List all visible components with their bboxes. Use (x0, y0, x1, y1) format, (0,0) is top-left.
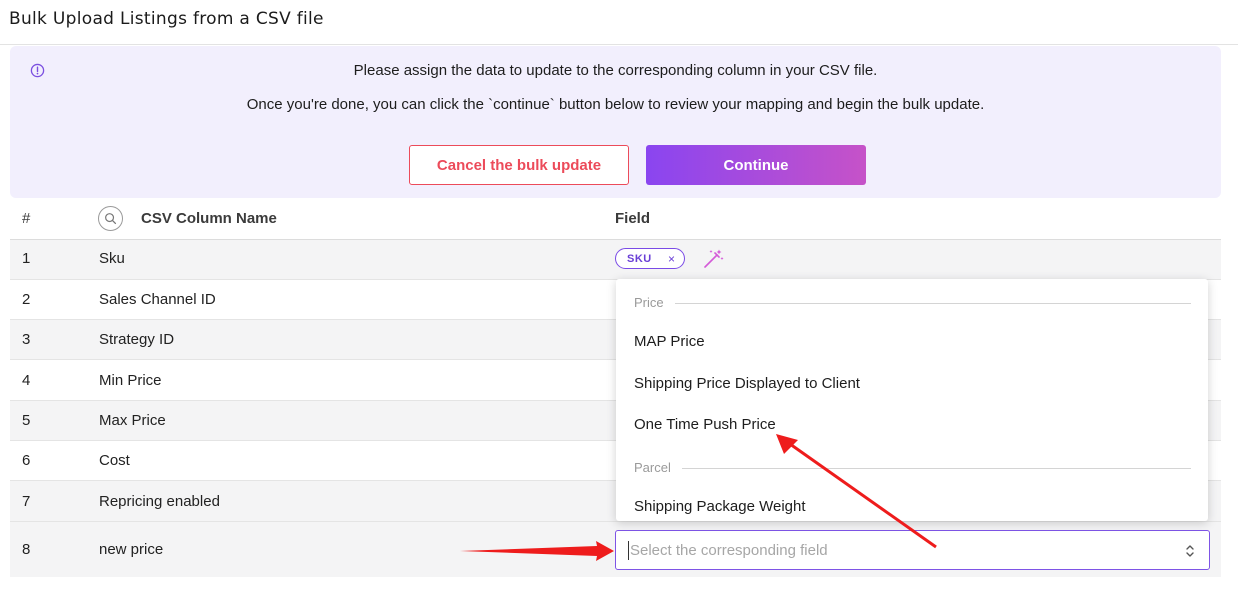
row-column-name: Strategy ID (99, 331, 175, 348)
info-panel: Please assign the data to update to the … (10, 46, 1221, 198)
row-index: 5 (22, 412, 31, 429)
row-index: 8 (22, 541, 31, 558)
column-header-field: Field (615, 210, 651, 227)
page-header: Bulk Upload Listings from a CSV file (0, 0, 1238, 45)
sku-chip-label: SKU (627, 252, 652, 265)
row-index: 2 (22, 291, 31, 308)
row-column-name: Sku (99, 250, 125, 267)
magic-wand-icon[interactable] (702, 248, 724, 270)
group-divider (675, 303, 1191, 304)
group-divider (682, 468, 1191, 469)
chip-remove-icon[interactable]: × (668, 252, 675, 266)
row-index: 1 (22, 250, 31, 267)
row-column-name: Cost (99, 452, 130, 469)
row-column-name: Max Price (99, 412, 166, 429)
row-index: 7 (22, 493, 31, 510)
select-placeholder: Select the corresponding field (630, 542, 828, 559)
search-button[interactable] (98, 206, 123, 231)
group-label-parcel: Parcel (634, 460, 671, 475)
row-index: 6 (22, 452, 31, 469)
column-header-index: # (22, 210, 31, 227)
sku-field-chip[interactable]: SKU × (615, 248, 685, 269)
row-index: 3 (22, 331, 31, 348)
row-column-name: Sales Channel ID (99, 291, 216, 308)
search-icon (105, 213, 117, 225)
table-row: 1 Sku SKU × (10, 240, 1221, 280)
info-message-line-2: Once you're done, you can click the `con… (246, 96, 985, 113)
group-label-price: Price (634, 295, 664, 310)
table-header: # CSV Column Name Field (10, 198, 1221, 240)
row-column-name: Min Price (99, 372, 162, 389)
option-shipping-package-weight[interactable]: Shipping Package Weight (616, 488, 1208, 521)
option-map-price[interactable]: MAP Price (616, 323, 1208, 361)
field-dropdown-menu: Price MAP Price Shipping Price Displayed… (616, 279, 1208, 521)
page-title: Bulk Upload Listings from a CSV file (9, 9, 324, 29)
info-message-line-1: Please assign the data to update to the … (353, 62, 878, 79)
row-index: 4 (22, 372, 31, 389)
cancel-bulk-update-button[interactable]: Cancel the bulk update (409, 145, 629, 185)
row-column-name: new price (99, 541, 164, 558)
field-select[interactable]: Select the corresponding field (615, 530, 1210, 570)
row-column-name: Repricing enabled (99, 493, 220, 510)
column-header-csv-name: CSV Column Name (141, 210, 277, 227)
continue-button[interactable]: Continue (646, 145, 866, 185)
option-one-time-push-price[interactable]: One Time Push Price (616, 406, 1208, 444)
text-cursor (628, 541, 629, 560)
chevron-updown-icon (1186, 545, 1194, 557)
option-shipping-price-displayed[interactable]: Shipping Price Displayed to Client (616, 365, 1208, 403)
